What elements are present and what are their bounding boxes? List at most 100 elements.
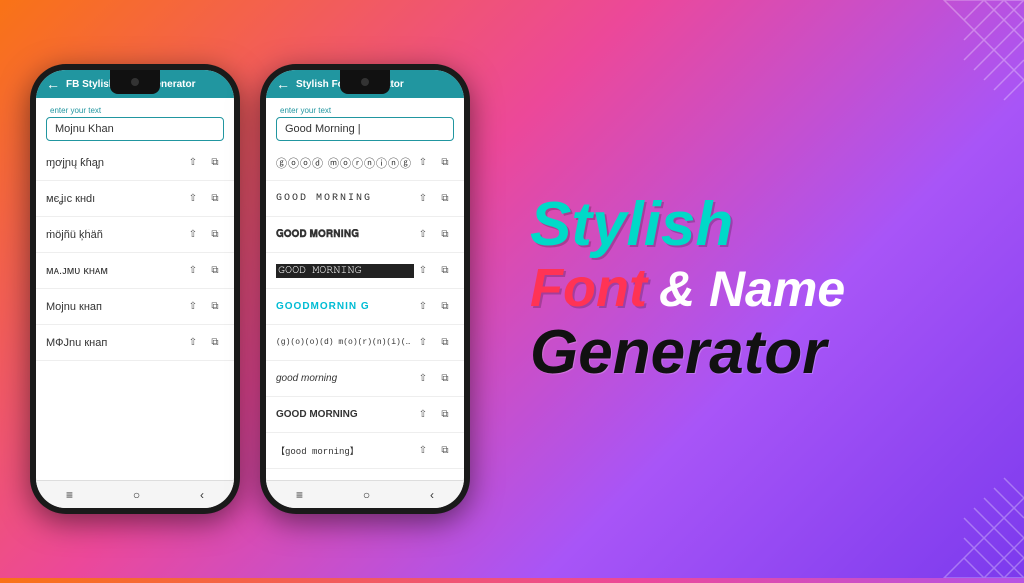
- font-actions: ⇧ ⧉: [414, 226, 454, 244]
- list-item: good morning ⇧ ⧉: [266, 361, 464, 397]
- list-item: GOODMORNIN G ⇧ ⧉: [266, 289, 464, 325]
- phone-1-inner: ← FB Stylish Name Generator enter your t…: [36, 70, 234, 508]
- font-text: 𝐆𝐎𝐎𝐃 𝐌𝐎𝐑𝐍𝐈𝐍𝐆: [276, 229, 414, 240]
- copy-btn[interactable]: ⧉: [206, 154, 224, 172]
- font-text: (g)(o)(o)(d) m(o)(r)(n)(i)(n)(g): [276, 338, 414, 347]
- copy-btn[interactable]: ⧉: [206, 262, 224, 280]
- font-text: Mojnu кнап: [46, 301, 184, 313]
- list-item: 𝙶𝙾𝙾𝙳 𝙼𝙾𝚁𝙽𝙸𝙽𝙶 ⇧ ⧉: [266, 253, 464, 289]
- font-text: GOOD MORNING: [276, 409, 414, 420]
- list-item: (g)(o)(o)(d) m(o)(r)(n)(i)(n)(g) ⇧ ⧉: [266, 325, 464, 361]
- phone-2: ← Stylish Font Generator enter your text…: [260, 64, 470, 514]
- phone-1-input-area: enter your text: [36, 98, 234, 145]
- copy-btn[interactable]: ⧉: [436, 154, 454, 172]
- share-btn[interactable]: ⇧: [414, 154, 432, 172]
- list-item: 【good morning】 ⇧ ⧉: [266, 433, 464, 469]
- copy-btn[interactable]: ⧉: [206, 190, 224, 208]
- back-arrow-2[interactable]: ←: [276, 76, 290, 92]
- font-actions: ⇧ ⧉: [184, 154, 224, 172]
- copy-btn[interactable]: ⧉: [436, 442, 454, 460]
- share-btn[interactable]: ⇧: [414, 406, 432, 424]
- text-input-1[interactable]: [46, 117, 224, 141]
- phone-2-font-list: ⓖⓞⓞⓓ ⓜⓞⓡⓝⓘⓝⓖ ⇧ ⧉ GOOD MORNING ⇧ ⧉ 𝐆𝐎𝐎𝐃 𝐌…: [266, 145, 464, 480]
- copy-btn[interactable]: ⧉: [436, 370, 454, 388]
- list-item: Mojnu кнап ⇧ ⧉: [36, 289, 234, 325]
- hero-amp-word: & Name: [659, 262, 845, 317]
- list-item: ṁöjñü ķĥäñ ⇧ ⧉: [36, 217, 234, 253]
- font-actions: ⇧ ⧉: [184, 226, 224, 244]
- share-btn[interactable]: ⇧: [414, 226, 432, 244]
- font-text: 【good morning】: [276, 444, 414, 457]
- nav-back-icon[interactable]: ‹: [200, 488, 204, 502]
- phones-area: ← FB Stylish Name Generator enter your t…: [0, 0, 500, 578]
- font-actions: ⇧ ⧉: [414, 190, 454, 208]
- font-actions: ⇧ ⧉: [184, 298, 224, 316]
- share-btn[interactable]: ⇧: [414, 298, 432, 316]
- share-btn[interactable]: ⇧: [184, 190, 202, 208]
- back-arrow-1[interactable]: ←: [46, 76, 60, 92]
- font-text: ᴍᴀ.ᴊᴍᴜ ᴋʜᴀᴍ: [46, 265, 184, 277]
- share-btn[interactable]: ⇧: [414, 190, 432, 208]
- font-text: мєʝıc кнdı: [46, 193, 184, 205]
- font-actions: ⇧ ⧉: [184, 190, 224, 208]
- phone-2-input-area: enter your text: [266, 98, 464, 145]
- phone-2-bottom-nav: ≡ ○ ‹: [266, 480, 464, 508]
- copy-btn[interactable]: ⧉: [436, 406, 454, 424]
- share-btn[interactable]: ⇧: [414, 442, 432, 460]
- list-item: GOOD MORNING ⇧ ⧉: [266, 397, 464, 433]
- nav-home-icon-2[interactable]: ○: [363, 488, 370, 502]
- hero-line-stylish: Stylish: [530, 191, 733, 259]
- font-actions: ⇧ ⧉: [184, 262, 224, 280]
- share-btn[interactable]: ⇧: [184, 154, 202, 172]
- font-text: MФJnu кнап: [46, 337, 184, 349]
- font-actions: ⇧ ⧉: [414, 370, 454, 388]
- camera-dot: [131, 78, 139, 86]
- phone-1-font-list: ɱơjɲų ƙɦąɲ ⇧ ⧉ мєʝıc кнdı ⇧ ⧉ ṁöjñü ķĥäñ: [36, 145, 234, 480]
- nav-back-icon-2[interactable]: ‹: [430, 488, 434, 502]
- copy-btn[interactable]: ⧉: [436, 334, 454, 352]
- hero-text-area: Stylish Font & Name Generator: [500, 171, 1024, 407]
- hero-line-generator: Generator: [530, 319, 826, 387]
- font-text: good morning: [276, 373, 414, 384]
- share-btn[interactable]: ⇧: [184, 262, 202, 280]
- copy-btn[interactable]: ⧉: [206, 334, 224, 352]
- phone-1-notch: [110, 70, 160, 94]
- phone-2-notch: [340, 70, 390, 94]
- share-btn[interactable]: ⇧: [184, 226, 202, 244]
- font-text: GOODMORNIN G: [276, 301, 414, 312]
- font-actions: ⇧ ⧉: [414, 406, 454, 424]
- copy-btn[interactable]: ⧉: [206, 226, 224, 244]
- share-btn[interactable]: ⇧: [184, 334, 202, 352]
- list-item: MФJnu кнап ⇧ ⧉: [36, 325, 234, 361]
- hero-line-font-name: Font & Name: [530, 259, 845, 318]
- phone-1-bottom-nav: ≡ ○ ‹: [36, 480, 234, 508]
- font-text: 𝙶𝙾𝙾𝙳 𝙼𝙾𝚁𝙽𝙸𝙽𝙶: [276, 264, 414, 278]
- share-btn[interactable]: ⇧: [184, 298, 202, 316]
- share-btn[interactable]: ⇧: [414, 370, 432, 388]
- share-btn[interactable]: ⇧: [414, 262, 432, 280]
- hero-font-word: Font: [530, 259, 647, 318]
- copy-btn[interactable]: ⧉: [436, 298, 454, 316]
- font-text: ṁöjñü ķĥäñ: [46, 229, 184, 241]
- corner-decoration-top: [904, 0, 1024, 120]
- copy-btn[interactable]: ⧉: [436, 226, 454, 244]
- font-actions: ⇧ ⧉: [414, 442, 454, 460]
- list-item: мєʝıc кнdı ⇧ ⧉: [36, 181, 234, 217]
- font-actions: ⇧ ⧉: [414, 262, 454, 280]
- copy-btn[interactable]: ⧉: [206, 298, 224, 316]
- font-text: ⓖⓞⓞⓓ ⓜⓞⓡⓝⓘⓝⓖ: [276, 155, 414, 171]
- copy-btn[interactable]: ⧉: [436, 262, 454, 280]
- corner-decoration-bottom: [904, 458, 1024, 578]
- nav-home-icon[interactable]: ○: [133, 488, 140, 502]
- list-item: ᴍᴀ.ᴊᴍᴜ ᴋʜᴀᴍ ⇧ ⧉: [36, 253, 234, 289]
- share-btn[interactable]: ⇧: [414, 334, 432, 352]
- font-actions: ⇧ ⧉: [414, 298, 454, 316]
- nav-menu-icon[interactable]: ≡: [66, 488, 73, 502]
- list-item: ⓖⓞⓞⓓ ⓜⓞⓡⓝⓘⓝⓖ ⇧ ⧉: [266, 145, 464, 181]
- nav-menu-icon-2[interactable]: ≡: [296, 488, 303, 502]
- text-input-2[interactable]: [276, 117, 454, 141]
- phone-1: ← FB Stylish Name Generator enter your t…: [30, 64, 240, 514]
- copy-btn[interactable]: ⧉: [436, 190, 454, 208]
- font-actions: ⇧ ⧉: [414, 334, 454, 352]
- font-text: GOOD MORNING: [276, 193, 414, 204]
